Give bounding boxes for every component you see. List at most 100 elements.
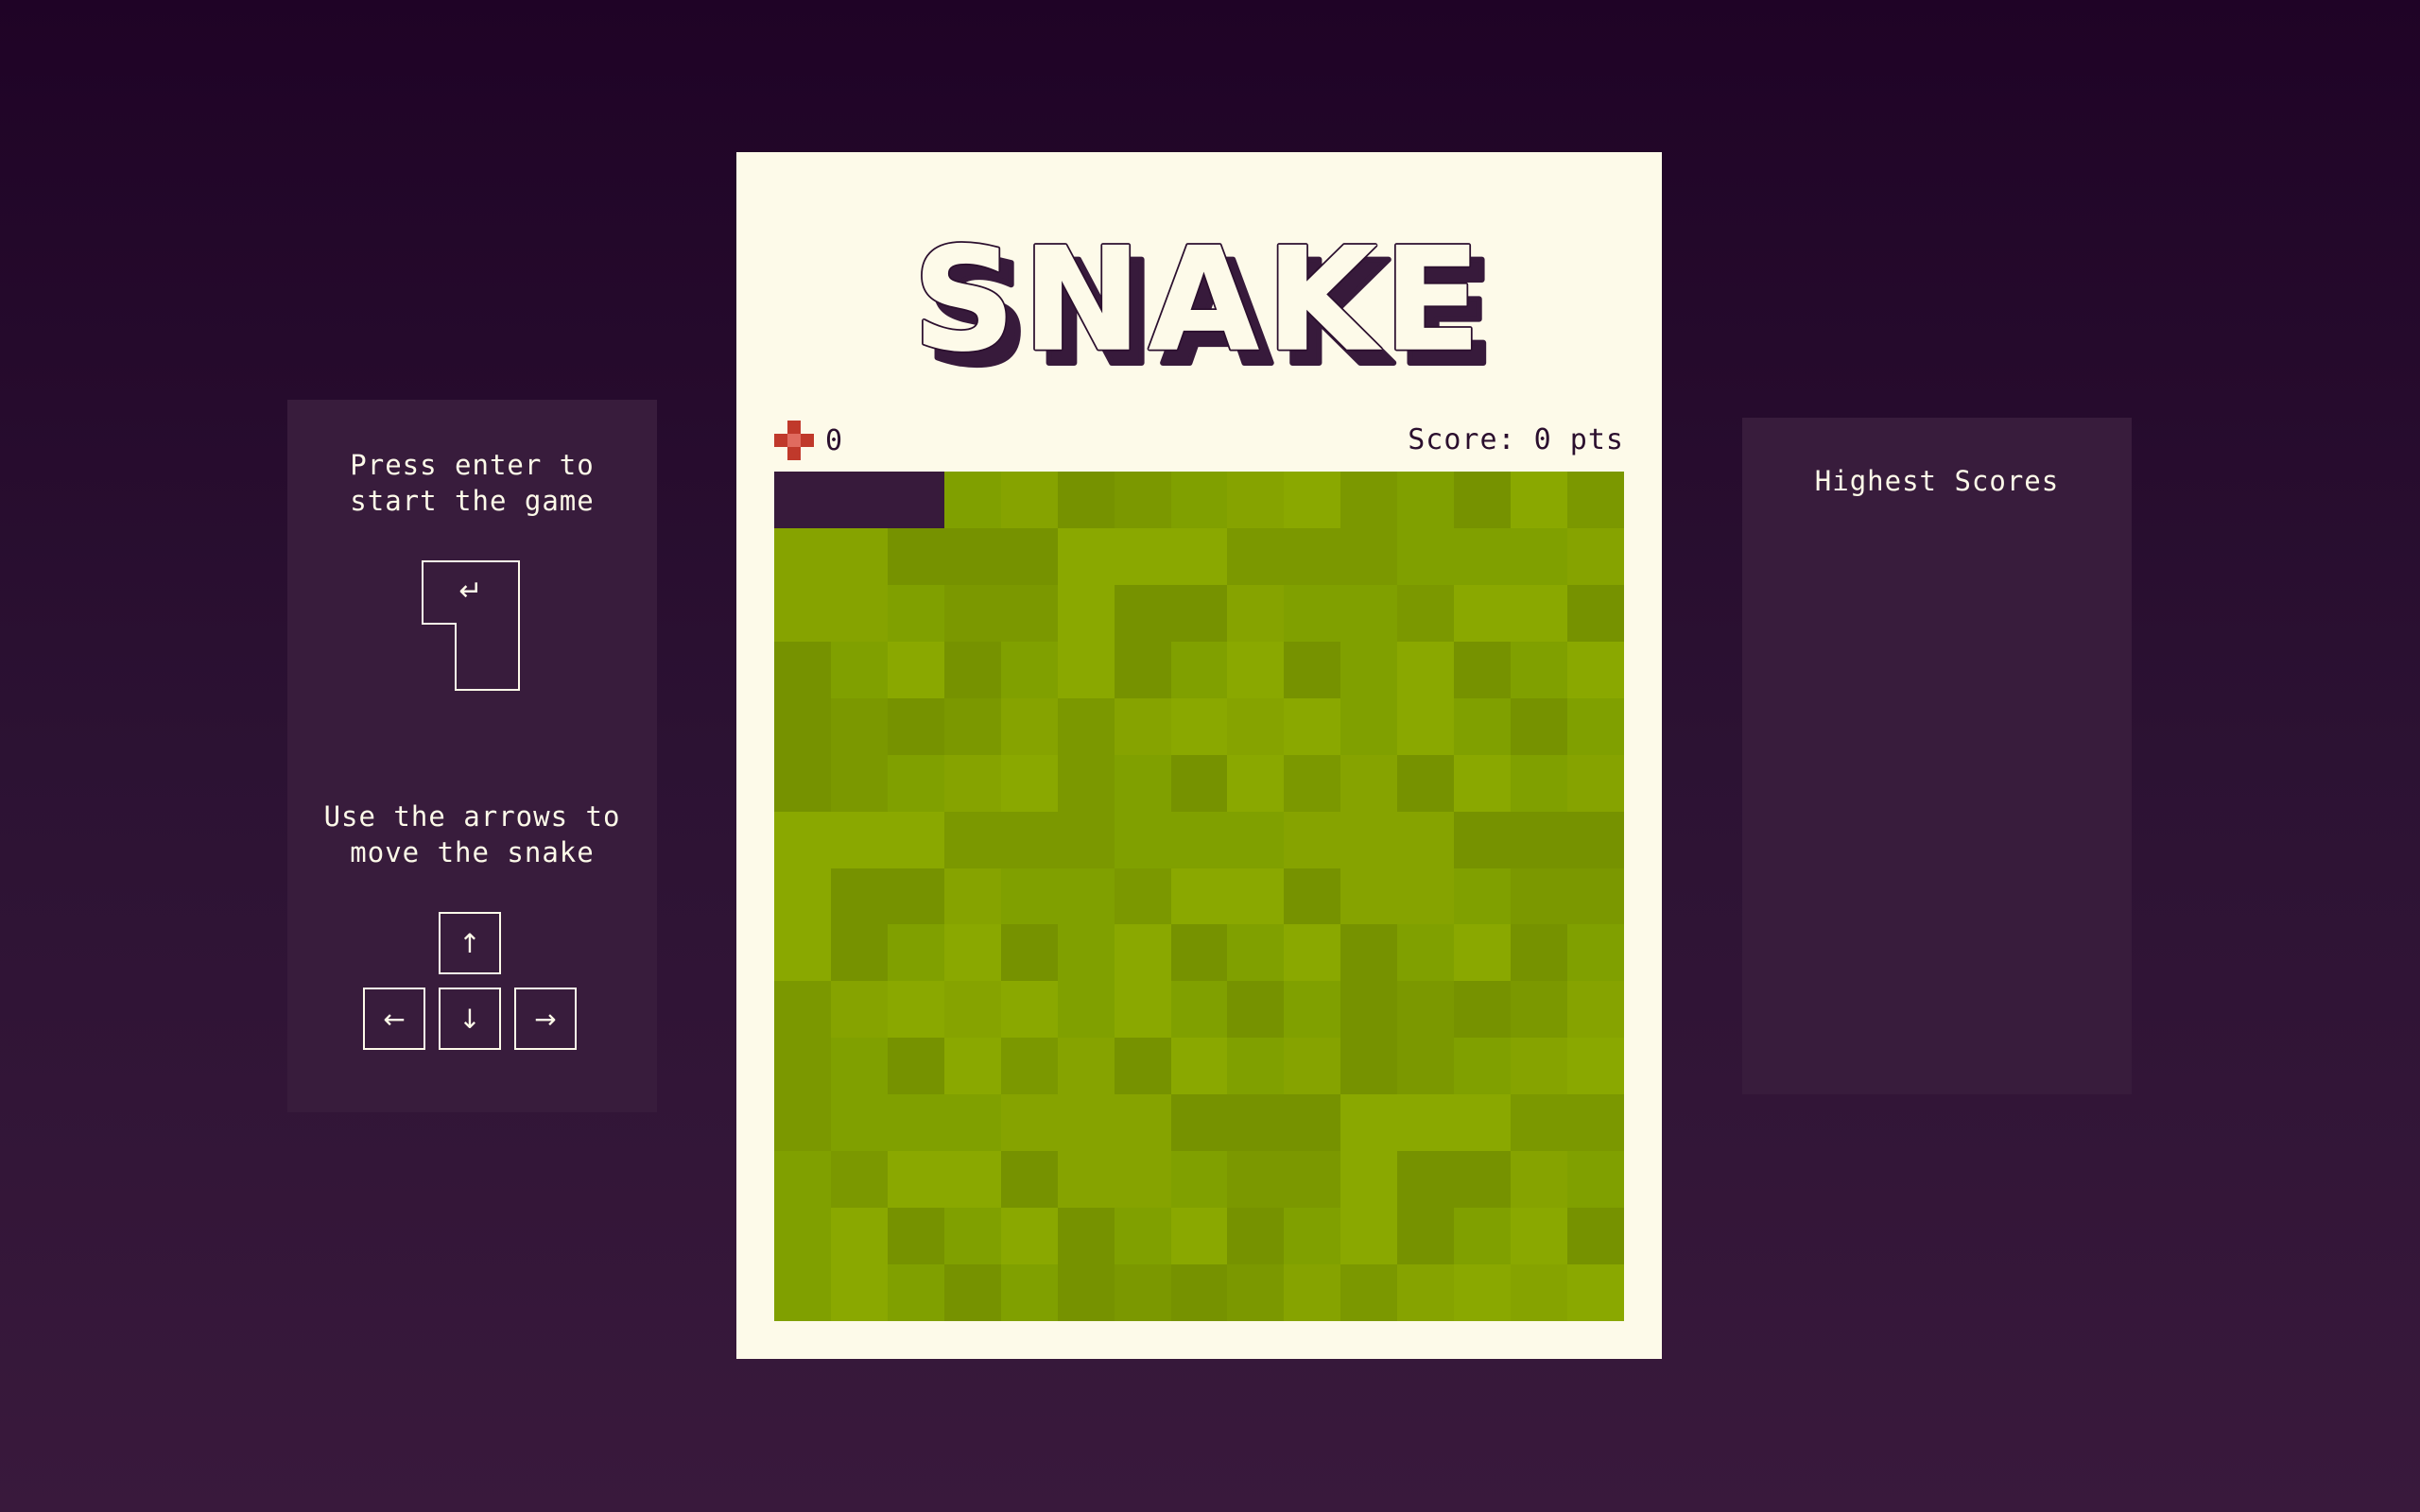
score-display: Score: 0 pts (1408, 423, 1624, 456)
board-cell (1397, 754, 1455, 812)
board-cell (887, 924, 944, 982)
board-cell (1170, 641, 1228, 698)
arrow-right-key[interactable]: → (514, 988, 577, 1050)
board-cell (830, 697, 888, 755)
board-cell (1114, 981, 1171, 1039)
board-cell (1057, 1208, 1115, 1265)
food-icon (774, 421, 814, 460)
board-cell (1284, 868, 1341, 925)
board-cell (1000, 754, 1058, 812)
board-cell (1340, 981, 1398, 1039)
board-cell (1170, 527, 1228, 585)
food-count-value: 0 (825, 423, 843, 457)
board-cell (1454, 641, 1512, 698)
board-cell (1340, 1264, 1398, 1321)
game-hud: 0 Score: 0 pts (774, 420, 1624, 461)
board-cell (1397, 472, 1455, 528)
board-cell (1340, 811, 1398, 868)
board-cell (943, 1151, 1001, 1209)
enter-key[interactable]: ↵ (422, 560, 520, 691)
board-cell (1114, 527, 1171, 585)
board-cell (1000, 641, 1058, 698)
board-cell (1340, 1208, 1398, 1265)
board-cell (1567, 754, 1624, 812)
board-cell (1340, 697, 1398, 755)
board-cell (1114, 697, 1171, 755)
board-cell (1284, 472, 1341, 528)
board-cell (1114, 811, 1171, 868)
board-cell (1057, 811, 1115, 868)
board-cell (1454, 472, 1512, 528)
board-cell (1227, 1208, 1285, 1265)
board-cell (1454, 1151, 1512, 1209)
board-cell (1170, 981, 1228, 1039)
board-cell (1511, 472, 1568, 528)
board-cell (1000, 1151, 1058, 1209)
board-cell (943, 754, 1001, 812)
board-cell (830, 754, 888, 812)
game-board[interactable] (774, 472, 1624, 1321)
board-cell (943, 584, 1001, 642)
board-cell (1057, 981, 1115, 1039)
board-cell (1057, 924, 1115, 982)
board-cell (1454, 1038, 1512, 1095)
board-cell (774, 1151, 831, 1209)
board-cell (1284, 981, 1341, 1039)
board-cell (1511, 811, 1568, 868)
snake-logo: SNAKE SNAKE SNAKE (910, 218, 1496, 369)
board-cell (1170, 754, 1228, 812)
board-cell (1284, 584, 1341, 642)
board-cell (943, 697, 1001, 755)
arrow-left-key[interactable]: ← (363, 988, 425, 1050)
board-cell (1114, 1038, 1171, 1095)
board-cell (1567, 641, 1624, 698)
arrow-up-key[interactable]: ↑ (439, 912, 501, 974)
board-cell (1511, 924, 1568, 982)
board-cell (1511, 981, 1568, 1039)
board-cell (1000, 924, 1058, 982)
snake-segment (887, 472, 944, 528)
board-cell (943, 641, 1001, 698)
board-cell (1114, 924, 1171, 982)
board-cell (774, 697, 831, 755)
board-cell (1340, 1094, 1398, 1152)
board-cell (1170, 924, 1228, 982)
board-cell (1567, 924, 1624, 982)
board-cell (774, 527, 831, 585)
board-cell (1000, 1208, 1058, 1265)
board-cell (1057, 1038, 1115, 1095)
board-cell (1000, 868, 1058, 925)
board-cell (1284, 1264, 1341, 1321)
board-cell (1511, 697, 1568, 755)
board-cell (1397, 527, 1455, 585)
board-cell (1567, 697, 1624, 755)
board-cell (1511, 1264, 1568, 1321)
board-cell (1000, 1094, 1058, 1152)
board-cell (830, 1151, 888, 1209)
board-cell (1284, 697, 1341, 755)
board-cell (887, 1151, 944, 1209)
board-cell (1454, 697, 1512, 755)
board-cell (1227, 754, 1285, 812)
board-cell (1114, 1094, 1171, 1152)
enter-icon: ↵ (458, 575, 482, 608)
board-cell (1170, 697, 1228, 755)
arrow-down-key[interactable]: ↓ (439, 988, 501, 1050)
board-cell (1000, 584, 1058, 642)
board-cell (1227, 811, 1285, 868)
board-cell (1114, 584, 1171, 642)
board-cell (1000, 811, 1058, 868)
logo-face: SNAKE (913, 218, 1488, 369)
board-cell (1227, 1094, 1285, 1152)
board-cell (887, 641, 944, 698)
board-cell (1114, 754, 1171, 812)
board-cell (1397, 1038, 1455, 1095)
board-cell (887, 811, 944, 868)
board-cell (1567, 981, 1624, 1039)
board-cell (1057, 868, 1115, 925)
arrows-instruction-text: Use the arrows to move the snake (323, 800, 621, 868)
board-cell (1284, 527, 1341, 585)
board-cell (943, 527, 1001, 585)
board-cell (1567, 868, 1624, 925)
board-cell (774, 981, 831, 1039)
